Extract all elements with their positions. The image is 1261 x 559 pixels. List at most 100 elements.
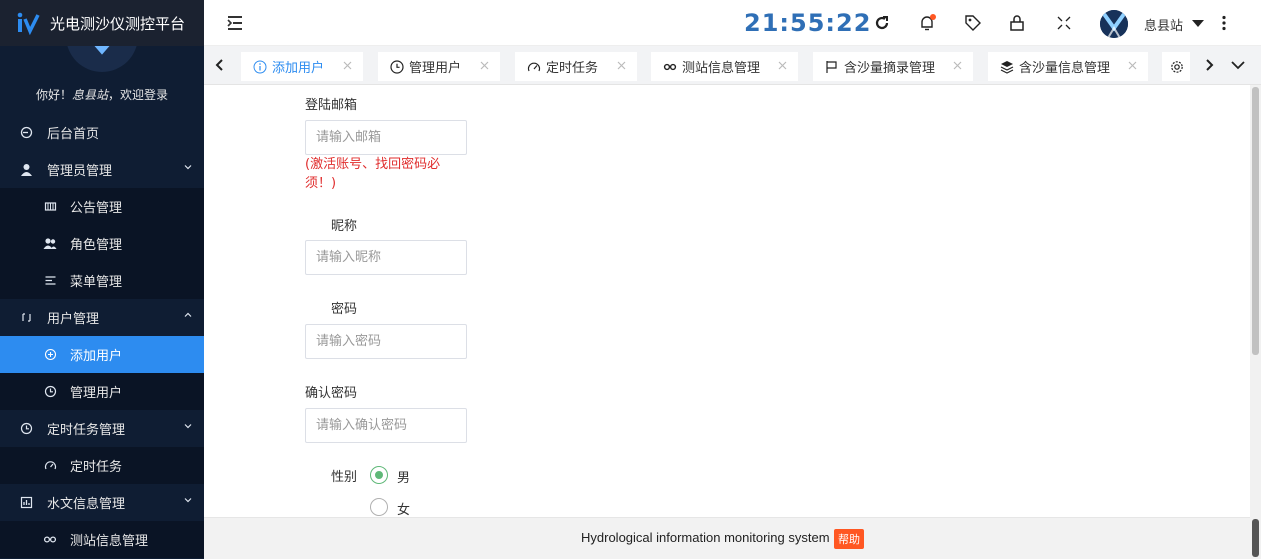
- close-icon[interactable]: [1127, 60, 1138, 71]
- bell-icon[interactable]: [918, 14, 936, 32]
- nickname-field[interactable]: 请输入昵称: [305, 240, 467, 275]
- sidebar-toggle-icon[interactable]: [226, 14, 244, 32]
- page-scrollbar[interactable]: [1250, 517, 1261, 559]
- add-circle-icon: [42, 347, 58, 363]
- close-icon[interactable]: [616, 60, 627, 71]
- gender-radio-male[interactable]: [370, 466, 388, 484]
- user-name[interactable]: 息县站: [1144, 15, 1183, 34]
- user-icon: [18, 162, 34, 178]
- sidebar-item-label: 后台首页: [47, 127, 100, 142]
- sidebar-item-scheduled-mgmt[interactable]: 定时任务管理: [0, 410, 204, 447]
- tab-label: 测站信息管理: [682, 61, 761, 76]
- sidebar-item-scheduled-tasks[interactable]: 定时任务: [0, 447, 204, 484]
- gender-option-female[interactable]: 女: [397, 499, 410, 517]
- sidebar-item-label: 用户管理: [47, 312, 100, 327]
- sidebar-item-label: 公告管理: [70, 201, 123, 216]
- gear-icon: [1171, 60, 1183, 73]
- notice-icon: [42, 199, 58, 215]
- close-icon[interactable]: [342, 60, 353, 71]
- confirm-password-field[interactable]: 请输入确认密码: [305, 408, 467, 443]
- footer-text: Hydrological information monitoring syst…: [581, 530, 830, 545]
- notification-dot: [930, 14, 936, 20]
- tab-sediment-info[interactable]: 含沙量信息管理: [988, 52, 1148, 81]
- add-user-form: 登陆邮箱 请输入邮箱 (激活账号、找回密码必须！) 昵称 请输入昵称 密码 请输…: [204, 85, 1250, 517]
- sidebar-menu: 后台首页 管理员管理 公告管理 角色管理 菜单管理 用户管理 添加用户 管理用户…: [0, 114, 204, 558]
- close-icon[interactable]: [952, 60, 963, 71]
- info-icon: [253, 60, 267, 73]
- clock-icon: [42, 384, 58, 400]
- lock-icon[interactable]: [1008, 14, 1026, 32]
- chevron-left-icon[interactable]: [213, 57, 227, 73]
- chevron-down-icon: [184, 424, 192, 429]
- tag-icon[interactable]: [964, 14, 982, 32]
- link-icon: [663, 63, 677, 70]
- sidebar-item-add-user[interactable]: 添加用户: [0, 336, 204, 373]
- chevron-down-icon[interactable]: [1229, 57, 1247, 73]
- sidebar-item-label: 测站信息管理: [70, 534, 149, 549]
- sidebar-item-label: 定时任务管理: [47, 423, 126, 438]
- sidebar-item-label: 水文信息管理: [47, 497, 126, 512]
- email-field[interactable]: 请输入邮箱: [305, 120, 467, 155]
- layers-icon: [1000, 60, 1014, 74]
- sidebar-item-manage-users[interactable]: 管理用户: [0, 373, 204, 410]
- email-label: 登陆邮箱: [305, 98, 358, 113]
- tab-label: 含沙量信息管理: [1019, 61, 1111, 76]
- clock-display: 21:55:22: [744, 9, 872, 37]
- tab-station-info[interactable]: 测站信息管理: [651, 52, 798, 81]
- sidebar-item-label: 角色管理: [70, 238, 123, 253]
- tab-label: 添加用户: [272, 61, 325, 76]
- user-avatar[interactable]: [1100, 10, 1128, 38]
- home-icon: [18, 125, 34, 141]
- gender-option-male[interactable]: 男: [397, 467, 410, 486]
- sidebar-item-label: 管理员管理: [47, 164, 113, 179]
- footer: Hydrological information monitoring syst…: [204, 517, 1250, 559]
- sidebar-item-notice[interactable]: 公告管理: [0, 188, 204, 225]
- tab-bar: 添加用户 管理用户 定时任务 测站信息管理 含沙量摘录管理 含沙量信息管理: [204, 46, 1261, 85]
- caret-down-icon[interactable]: [1192, 20, 1204, 27]
- bracket-icon: [18, 310, 34, 326]
- tab-label: 含沙量摘录管理: [844, 61, 936, 76]
- gauge-icon: [527, 62, 541, 71]
- scrollbar-thumb[interactable]: [1252, 519, 1259, 557]
- refresh-icon[interactable]: [873, 14, 891, 32]
- sidebar-item-station-info[interactable]: 测站信息管理: [0, 521, 204, 558]
- tab-add-user[interactable]: 添加用户: [241, 52, 363, 81]
- sidebar-item-home[interactable]: 后台首页: [0, 114, 204, 151]
- sidebar-item-label: 菜单管理: [70, 275, 123, 290]
- clock-icon: [18, 421, 34, 437]
- users-icon: [42, 236, 58, 252]
- chevron-up-icon: [184, 312, 192, 317]
- fullscreen-icon[interactable]: [1055, 14, 1073, 32]
- email-hint: (激活账号、找回密码必须！): [305, 157, 441, 191]
- gauge-icon: [42, 458, 58, 474]
- sidebar-item-hydro-mgmt[interactable]: 水文信息管理: [0, 484, 204, 521]
- gender-radio-female[interactable]: [370, 498, 388, 516]
- nickname-label: 昵称: [331, 219, 358, 234]
- close-icon[interactable]: [479, 60, 490, 71]
- chart-icon: [18, 495, 34, 511]
- scrollbar-thumb[interactable]: [1252, 87, 1259, 355]
- close-icon[interactable]: [777, 60, 788, 71]
- more-vertical-icon[interactable]: [1222, 15, 1226, 31]
- content-scrollbar[interactable]: [1250, 85, 1261, 517]
- sidebar-item-admin[interactable]: 管理员管理: [0, 151, 204, 188]
- tab-scheduled-tasks[interactable]: 定时任务: [515, 52, 637, 81]
- sidebar-item-label: 管理用户: [70, 386, 123, 401]
- sidebar: 光电测沙仪测控平台 你好！息县站，欢迎登录 后台首页 管理员管理 公告管理 角色…: [0, 0, 204, 559]
- tab-settings[interactable]: [1162, 52, 1190, 81]
- menu-icon: [42, 273, 58, 289]
- tab-label: 定时任务: [546, 61, 599, 76]
- chevron-right-icon[interactable]: [1202, 57, 1216, 73]
- tab-manage-users[interactable]: 管理用户: [378, 52, 500, 81]
- sidebar-item-menus[interactable]: 菜单管理: [0, 262, 204, 299]
- clock-icon: [390, 59, 404, 74]
- link-icon: [42, 532, 58, 548]
- sidebar-item-roles[interactable]: 角色管理: [0, 225, 204, 262]
- flag-icon: [826, 60, 837, 73]
- chevron-down-icon: [184, 165, 192, 170]
- chevron-down-icon: [184, 498, 192, 503]
- help-button[interactable]: 帮助: [834, 529, 864, 549]
- password-field[interactable]: 请输入密码: [305, 324, 467, 359]
- sidebar-item-users[interactable]: 用户管理: [0, 299, 204, 336]
- tab-sediment-excerpt[interactable]: 含沙量摘录管理: [813, 52, 973, 81]
